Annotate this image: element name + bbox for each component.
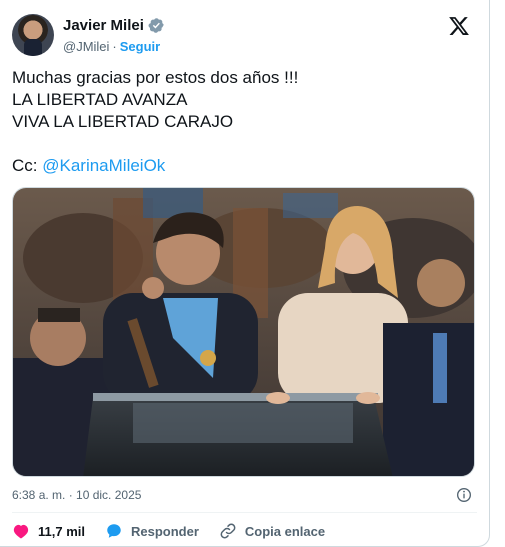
actions-divider — [12, 512, 477, 513]
heart-icon — [13, 524, 29, 539]
verified-badge-icon — [148, 18, 164, 33]
copy-link-button[interactable]: Copia enlace — [219, 522, 325, 540]
author-name[interactable]: Javier Milei — [63, 17, 144, 34]
author-name-row: Javier Milei — [63, 17, 165, 34]
likes-count: 11,7 mil — [38, 523, 85, 539]
cc-prefix: Cc: — [12, 156, 43, 175]
author-handle[interactable]: @JMilei — [63, 39, 109, 54]
reply-bubble-icon — [107, 524, 121, 538]
reply-label: Responder — [130, 523, 199, 539]
like-button[interactable]: 11,7 mil — [12, 522, 85, 540]
tweet-header: Javier Milei @JMilei · Seguir — [12, 12, 477, 58]
tweet-line-1: Muchas gracias por estos dos años !!! — [12, 68, 299, 87]
separator-dot: · — [112, 39, 117, 54]
tweet-line-3: VIVA LA LIBERTAD CARAJO — [12, 112, 234, 131]
tweet-text: Muchas gracias por estos dos años !!! LA… — [12, 67, 298, 177]
tweet-cc-line: Cc: @KarinaMileiOk — [12, 155, 298, 177]
mention-link[interactable]: @KarinaMileiOk — [42, 156, 165, 175]
reply-button[interactable]: Responder — [105, 522, 199, 540]
copy-link-label: Copia enlace — [244, 523, 326, 539]
x-logo-icon[interactable] — [448, 15, 470, 37]
author-handle-row: @JMilei · Seguir — [63, 39, 160, 54]
tweet-timestamp[interactable]: 6:38 a. m. · 10 dic. 2025 — [12, 488, 141, 502]
tweet-line-2: LA LIBERTAD AVANZA — [12, 90, 188, 109]
tweet-card: Javier Milei @JMilei · Seguir Muchas graci… — [0, 0, 490, 547]
follow-button[interactable]: Seguir — [120, 39, 160, 54]
photo-scene — [13, 188, 474, 476]
info-icon[interactable] — [456, 487, 472, 503]
tweet-actions: 11,7 mil Responder Copia enlace — [12, 522, 345, 540]
tweet-photo[interactable] — [12, 187, 475, 477]
author-avatar[interactable] — [12, 14, 54, 56]
link-icon — [220, 523, 236, 539]
